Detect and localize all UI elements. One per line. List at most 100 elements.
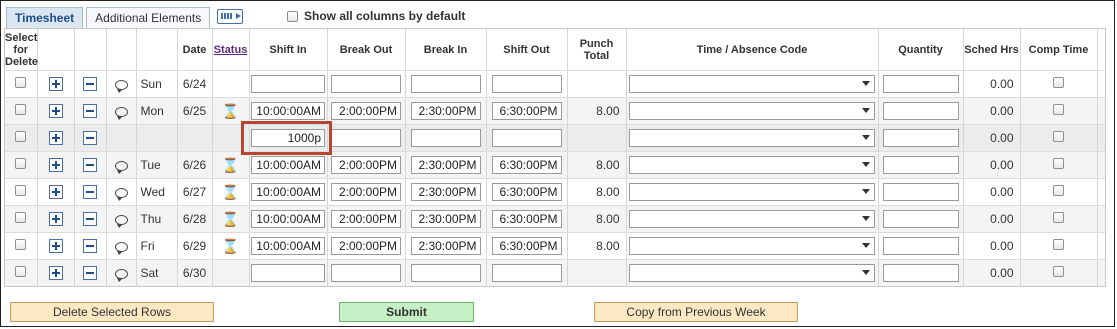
time-absence-code-select[interactable] [629,102,875,120]
break-in-input[interactable] [410,129,481,147]
shift-in-input[interactable] [251,129,325,147]
delete-row-button[interactable] [83,77,97,92]
add-row-button[interactable] [48,158,63,173]
shift-out-input[interactable] [491,102,562,120]
add-row-button[interactable] [48,77,63,92]
shift-out-input[interactable] [491,264,562,282]
time-absence-code-select[interactable] [629,156,875,174]
select-for-delete-checkbox[interactable] [15,185,27,196]
add-row-button[interactable] [48,212,63,227]
delete-row-button[interactable] [83,104,97,119]
quantity-input[interactable] [882,75,959,93]
quantity-input[interactable] [882,102,959,120]
break-out-input[interactable] [331,102,401,120]
break-in-input[interactable] [410,210,481,228]
shift-out-input[interactable] [491,210,562,228]
break-in-input[interactable] [410,156,481,174]
comment-icon[interactable] [114,268,128,282]
comp-time-checkbox[interactable] [1053,212,1064,223]
break-out-input[interactable] [331,75,401,93]
shift-out-input[interactable] [491,237,562,255]
select-for-delete-checkbox[interactable] [15,239,27,250]
delete-row-button[interactable] [83,131,97,146]
add-row-button[interactable] [48,239,63,254]
comp-time-checkbox[interactable] [1053,266,1064,277]
delete-row-button[interactable] [83,266,97,281]
shift-out-input[interactable] [491,75,562,93]
select-for-delete-checkbox[interactable] [15,131,27,142]
shift-in-input[interactable] [251,264,325,282]
break-in-input[interactable] [410,264,481,282]
shift-in-input[interactable] [251,237,325,255]
comp-time-checkbox[interactable] [1053,131,1064,142]
add-row-button[interactable] [48,185,63,200]
quantity-input[interactable] [882,129,959,147]
comment-icon[interactable] [114,187,128,201]
select-for-delete-checkbox[interactable] [15,104,27,115]
table-row: Mon6/25⌛ 8.00 0.00 [5,97,1105,125]
tab-timesheet[interactable]: Timesheet [6,7,84,28]
time-absence-code-select[interactable] [629,183,875,201]
show-all-columns-checkbox[interactable] [287,10,298,22]
copy-from-previous-week-button[interactable]: Copy from Previous Week [594,302,798,322]
shift-in-input[interactable] [251,210,325,228]
quantity-input[interactable] [882,264,959,282]
day-name [136,124,178,152]
shift-in-input[interactable] [251,102,325,120]
add-row-button[interactable] [48,104,63,119]
comp-time-checkbox[interactable] [1053,77,1064,88]
break-out-input[interactable] [331,264,401,282]
break-out-input[interactable] [331,237,401,255]
break-out-input[interactable] [331,210,401,228]
time-absence-code-select[interactable] [629,129,875,147]
comment-icon[interactable] [114,160,128,174]
col-shift-out: Shift Out [486,29,568,71]
shift-in-input[interactable] [251,75,325,93]
comp-time-checkbox[interactable] [1053,239,1064,250]
delete-row-button[interactable] [83,158,97,173]
shift-out-input[interactable] [491,183,562,201]
break-out-input[interactable] [331,129,401,147]
time-absence-code-select[interactable] [629,75,875,93]
break-in-input[interactable] [410,183,481,201]
select-for-delete-checkbox[interactable] [15,77,27,88]
comp-time-checkbox[interactable] [1053,185,1064,196]
delete-row-button[interactable] [83,212,97,227]
delete-row-button[interactable] [83,185,97,200]
quantity-input[interactable] [882,183,959,201]
show-all-columns-icon[interactable] [217,9,244,24]
delete-row-button[interactable] [83,239,97,254]
shift-out-input[interactable] [491,156,562,174]
break-in-input[interactable] [410,75,481,93]
comment-icon[interactable] [114,241,128,255]
punch-total-value: 8.00 [567,151,627,179]
quantity-input[interactable] [882,237,959,255]
col-status[interactable]: Status [212,29,250,71]
time-absence-code-select[interactable] [629,264,875,282]
comment-icon[interactable] [114,214,128,228]
time-absence-code-select[interactable] [629,210,875,228]
select-for-delete-checkbox[interactable] [15,212,27,223]
tab-additional-elements[interactable]: Additional Elements [86,7,211,28]
delete-selected-rows-button[interactable]: Delete Selected Rows [10,302,214,322]
comp-time-checkbox[interactable] [1053,158,1064,169]
select-for-delete-checkbox[interactable] [15,158,27,169]
break-out-input[interactable] [331,156,401,174]
shift-out-input[interactable] [491,129,562,147]
quantity-input[interactable] [882,156,959,174]
comp-time-checkbox[interactable] [1053,104,1064,115]
time-absence-code-select[interactable] [629,237,875,255]
comment-icon[interactable] [114,106,128,120]
shift-in-input[interactable] [251,156,325,174]
break-in-input[interactable] [410,102,481,120]
submit-button[interactable]: Submit [339,302,474,322]
shift-in-input[interactable] [251,183,325,201]
add-row-button[interactable] [48,266,63,281]
hourglass-icon: ⌛ [212,205,250,233]
break-out-input[interactable] [331,183,401,201]
break-in-input[interactable] [410,237,481,255]
add-row-button[interactable] [48,131,63,146]
comment-icon[interactable] [114,79,128,93]
quantity-input[interactable] [882,210,959,228]
select-for-delete-checkbox[interactable] [15,266,27,277]
